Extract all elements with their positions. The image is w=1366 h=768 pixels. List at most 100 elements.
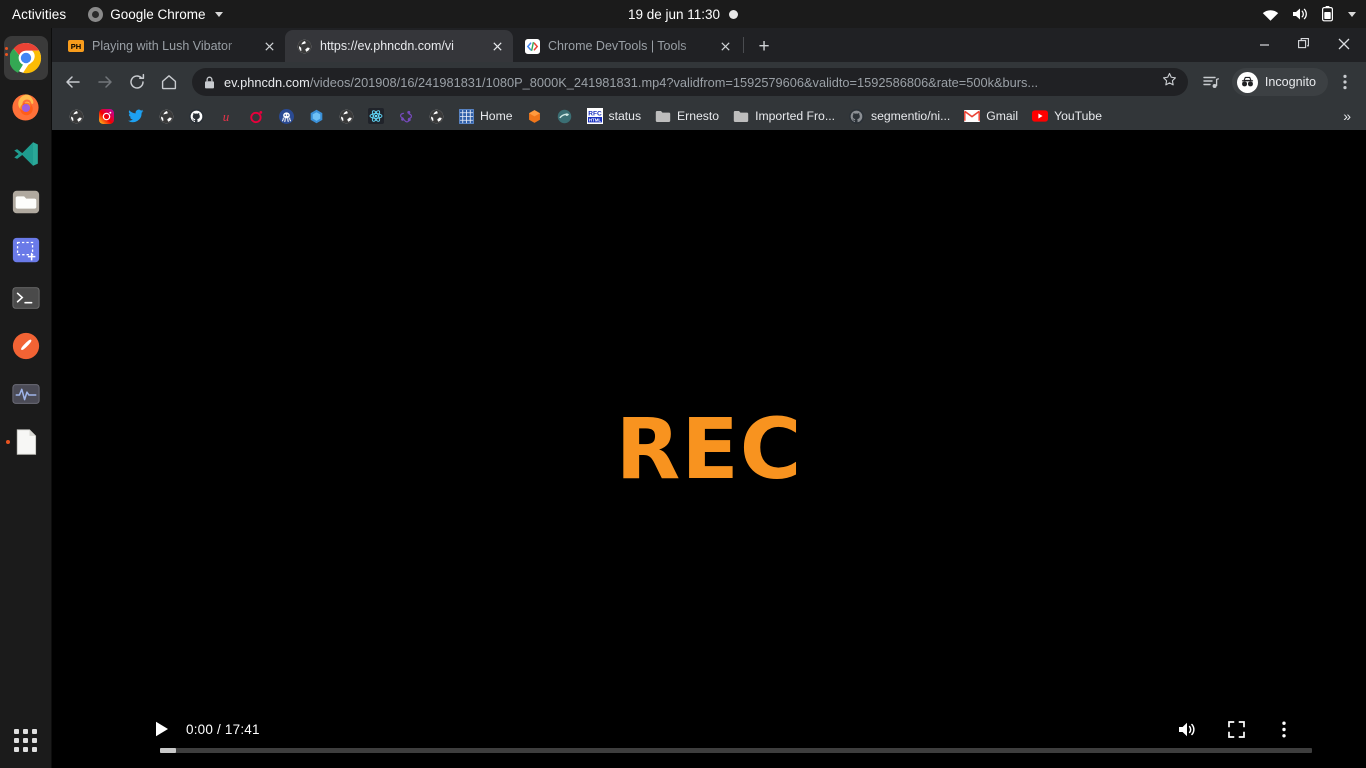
bookmark-item[interactable] [181, 105, 211, 127]
bookmark-item[interactable] [91, 105, 121, 127]
devtools-icon [524, 38, 540, 54]
dock-item-files[interactable] [4, 180, 48, 224]
close-icon[interactable] [261, 38, 277, 54]
bookmark-item[interactable] [271, 105, 301, 127]
bookmark-item[interactable] [301, 105, 331, 127]
svg-text:HTML: HTML [588, 117, 601, 122]
show-applications-button[interactable] [4, 718, 48, 762]
bookmark-item[interactable] [421, 105, 451, 127]
bookmark-item[interactable]: u [211, 105, 241, 127]
text-editor-icon [12, 428, 40, 456]
dock-item-text-editor[interactable] [4, 420, 48, 464]
chrome-window: PH Playing with Lush Vibator https://ev.… [52, 28, 1366, 768]
bookmarks-overflow-button[interactable]: » [1337, 108, 1357, 124]
bookmark-folder-ernesto[interactable]: Ernesto [648, 105, 726, 127]
tab-1[interactable]: https://ev.phncdn.com/vi [285, 30, 513, 62]
bookmark-label: segmentio/ni... [871, 109, 950, 123]
screenshot-icon [11, 235, 41, 265]
video-controls-row: 0:00 / 17:41 [52, 710, 1366, 748]
progress-bar[interactable] [160, 748, 1312, 753]
minimize-button[interactable] [1244, 29, 1284, 59]
tab-0[interactable]: PH Playing with Lush Vibator [57, 30, 285, 62]
chrome-menu-button[interactable] [1330, 67, 1360, 97]
close-icon[interactable] [717, 38, 733, 54]
app-menu-label: Google Chrome [110, 7, 205, 22]
dock-item-google-chrome[interactable] [4, 36, 48, 80]
tab-separator [743, 37, 744, 53]
back-button[interactable] [58, 67, 88, 97]
bookmark-item-segmentio[interactable]: segmentio/ni... [842, 105, 957, 127]
home-button[interactable] [154, 67, 184, 97]
target-ring-icon [248, 108, 264, 124]
system-tray[interactable] [1262, 0, 1356, 28]
bookmark-folder-imported[interactable]: Imported Fro... [726, 105, 842, 127]
globe-icon [68, 108, 84, 124]
bookmark-label: Imported Fro... [755, 109, 835, 123]
url-text: ev.phncdn.com/videos/201908/16/241981831… [224, 75, 1153, 90]
globe-icon [158, 108, 174, 124]
bookmark-item-status[interactable]: RFCHTML status [580, 105, 649, 127]
activities-button[interactable]: Activities [0, 7, 80, 22]
react-icon [368, 108, 384, 124]
forward-button[interactable] [90, 67, 120, 97]
bookmark-item[interactable] [331, 105, 361, 127]
reload-button[interactable] [122, 67, 152, 97]
grid-blue-icon [458, 108, 474, 124]
dock-item-postman[interactable] [4, 324, 48, 368]
tab-title: Playing with Lush Vibator [92, 39, 253, 53]
new-tab-button[interactable]: + [750, 32, 778, 60]
reading-list-icon[interactable] [1196, 67, 1226, 97]
url-domain: ev.phncdn.com [224, 75, 310, 90]
dock-item-screenshot[interactable] [4, 228, 48, 272]
system-monitor-icon [11, 379, 41, 409]
incognito-label: Incognito [1265, 75, 1316, 89]
progress-handle[interactable] [160, 748, 176, 753]
bookmark-item[interactable] [241, 105, 271, 127]
maximize-button[interactable] [1284, 29, 1324, 59]
ubuntu-dock [0, 28, 52, 768]
bookmark-label: status [609, 109, 642, 123]
tab-2[interactable]: Chrome DevTools | Tools [513, 30, 741, 62]
close-icon[interactable] [489, 38, 505, 54]
bookmarks-bar: u Home RFCHTML status Ernesto [52, 102, 1366, 130]
wifi-icon [1262, 8, 1279, 21]
folder-icon [655, 108, 671, 124]
app-menu-google-chrome[interactable]: Google Chrome [80, 7, 230, 22]
bookmark-item[interactable] [121, 105, 151, 127]
bookmark-item-home[interactable]: Home [451, 105, 520, 127]
fullscreen-button[interactable] [1224, 717, 1248, 741]
globe-icon [338, 108, 354, 124]
close-button[interactable] [1324, 29, 1364, 59]
bookmark-label: Ernesto [677, 109, 719, 123]
bookmark-item[interactable] [361, 105, 391, 127]
clock[interactable]: 19 de jun 11:30 [628, 7, 720, 22]
system-menu-arrow-icon[interactable] [1348, 12, 1356, 17]
folder-icon [733, 108, 749, 124]
address-bar[interactable]: ev.phncdn.com/videos/201908/16/241981831… [192, 68, 1188, 96]
bookmark-item[interactable] [391, 105, 421, 127]
video-player[interactable]: REC 0:00 / 17:41 [52, 130, 1366, 768]
vscode-icon [11, 139, 41, 169]
chrome-icon [88, 7, 103, 22]
bookmark-item[interactable] [520, 105, 550, 127]
redux-icon [398, 108, 414, 124]
bookmark-item-youtube[interactable]: YouTube [1025, 105, 1109, 127]
bookmark-item[interactable] [61, 105, 91, 127]
bookmark-item[interactable] [550, 105, 580, 127]
svg-text:u: u [223, 109, 230, 124]
dock-item-terminal[interactable] [4, 276, 48, 320]
incognito-badge[interactable]: Incognito [1232, 68, 1328, 96]
gmail-icon [964, 108, 980, 124]
dock-item-firefox[interactable] [4, 84, 48, 128]
bookmark-star-icon[interactable] [1162, 72, 1178, 92]
dock-item-system-monitor[interactable] [4, 372, 48, 416]
bookmark-item-gmail[interactable]: Gmail [957, 105, 1025, 127]
mute-button[interactable] [1176, 717, 1200, 741]
dock-item-visual-studio-code[interactable] [4, 132, 48, 176]
play-button[interactable] [140, 710, 184, 748]
screen: Activities Google Chrome 19 de jun 11:30 [0, 0, 1366, 768]
twitter-icon [128, 108, 144, 124]
battery-icon [1322, 6, 1333, 22]
more-options-button[interactable] [1272, 717, 1296, 741]
bookmark-item[interactable] [151, 105, 181, 127]
